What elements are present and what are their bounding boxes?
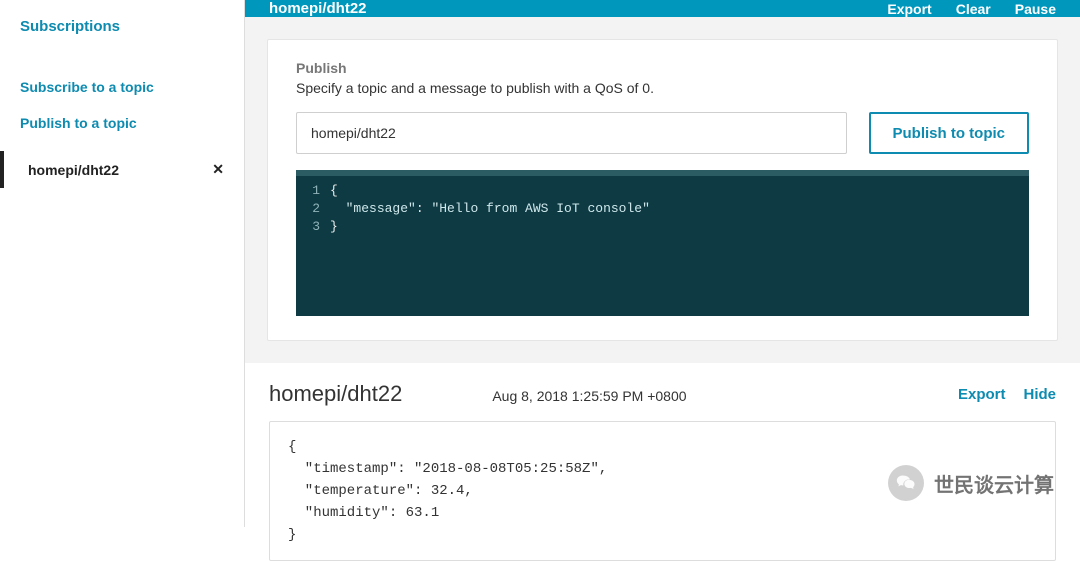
code-string: "Hello from AWS IoT console" xyxy=(431,201,649,216)
gutter-line: 3 xyxy=(296,218,320,236)
message-payload: { "timestamp": "2018-08-08T05:25:58Z", "… xyxy=(269,421,1056,561)
topic-input[interactable] xyxy=(296,112,847,154)
topbar-title: homepi/dht22 xyxy=(269,0,367,17)
publish-link[interactable]: Publish to a topic xyxy=(0,105,244,141)
sidebar-body: Subscribe to a topic Publish to a topic … xyxy=(0,53,244,188)
topbar: homepi/dht22 Export Clear Pause xyxy=(245,0,1080,17)
editor-gutter: 1 2 3 xyxy=(296,182,330,236)
message-head: homepi/dht22 Aug 8, 2018 1:25:59 PM +080… xyxy=(269,381,1056,407)
editor-code[interactable]: { "message": "Hello from AWS IoT console… xyxy=(330,182,1029,236)
sidebar: Subscriptions Subscribe to a topic Publi… xyxy=(0,0,245,527)
message-export-button[interactable]: Export xyxy=(958,386,1006,403)
export-button[interactable]: Export xyxy=(887,1,931,17)
clear-button[interactable]: Clear xyxy=(956,1,991,17)
app-root: Subscriptions Subscribe to a topic Publi… xyxy=(0,0,1080,527)
topbar-actions: Export Clear Pause xyxy=(887,1,1056,17)
message-hide-button[interactable]: Hide xyxy=(1023,386,1056,403)
sidebar-title: Subscriptions xyxy=(0,0,244,53)
editor-lines: 1 2 3 { "message": "Hello from AWS IoT c… xyxy=(296,176,1029,316)
message-card: homepi/dht22 Aug 8, 2018 1:25:59 PM +080… xyxy=(245,363,1080,561)
code-brace: { xyxy=(330,183,338,198)
subscribe-link[interactable]: Subscribe to a topic xyxy=(0,69,244,105)
pause-button[interactable]: Pause xyxy=(1015,1,1056,17)
code-key: "message" xyxy=(346,201,416,216)
message-head-left: homepi/dht22 Aug 8, 2018 1:25:59 PM +080… xyxy=(269,381,687,407)
publish-subtext: Specify a topic and a message to publish… xyxy=(296,80,1029,96)
main: homepi/dht22 Export Clear Pause Publish … xyxy=(245,0,1080,527)
payload-editor[interactable]: 1 2 3 { "message": "Hello from AWS IoT c… xyxy=(296,170,1029,316)
sidebar-item-label: homepi/dht22 xyxy=(28,162,119,178)
message-topic: homepi/dht22 xyxy=(269,381,402,407)
gutter-line: 1 xyxy=(296,182,320,200)
gutter-line: 2 xyxy=(296,200,320,218)
publish-heading: Publish xyxy=(296,60,1029,76)
publish-row: Publish to topic xyxy=(296,112,1029,154)
close-icon[interactable]: ✕ xyxy=(212,161,224,178)
code-brace: } xyxy=(330,219,338,234)
code-sep: : xyxy=(416,201,432,216)
publish-panel: Publish Specify a topic and a message to… xyxy=(267,39,1058,341)
sidebar-item-topic[interactable]: homepi/dht22 ✕ xyxy=(0,151,244,188)
message-actions: Export Hide xyxy=(958,386,1056,403)
publish-button[interactable]: Publish to topic xyxy=(869,112,1030,154)
message-timestamp: Aug 8, 2018 1:25:59 PM +0800 xyxy=(492,388,686,404)
